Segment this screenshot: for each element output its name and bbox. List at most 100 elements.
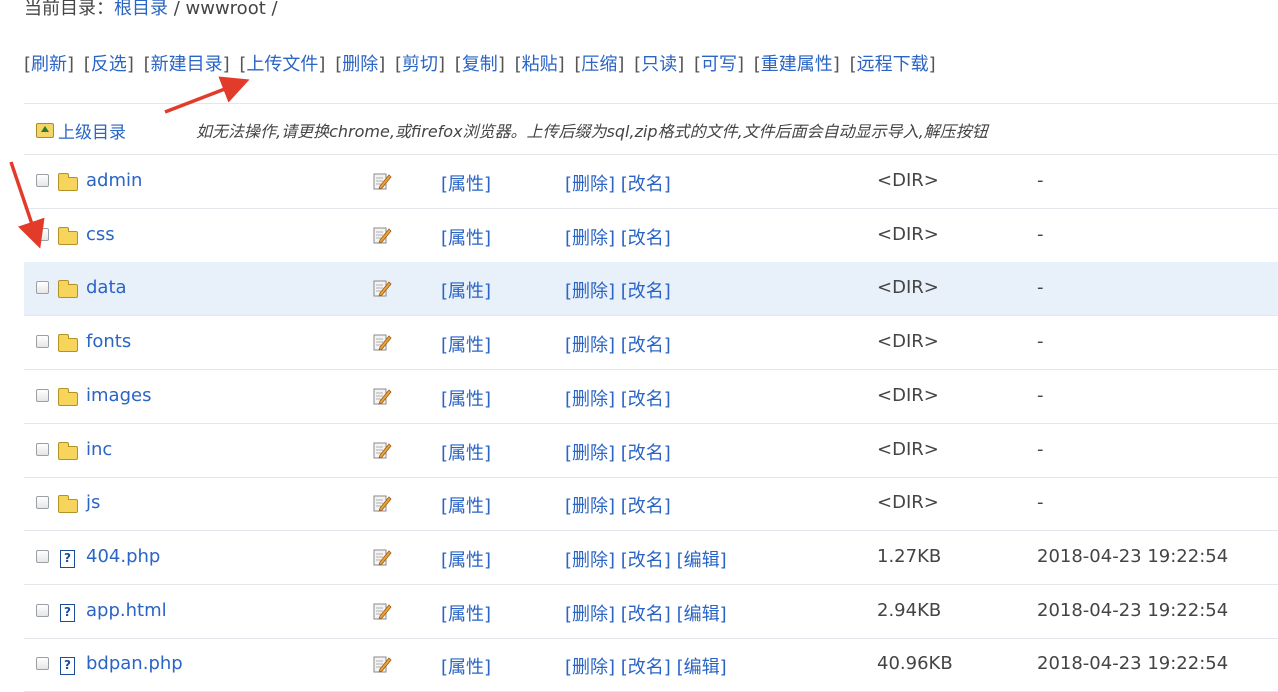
row-checkbox[interactable] xyxy=(36,657,49,671)
attributes-link[interactable]: [属性] xyxy=(441,492,491,518)
delete-link[interactable]: [删除] xyxy=(565,443,615,464)
edit-link[interactable]: [编辑] xyxy=(677,604,727,625)
attributes-link[interactable]: [属性] xyxy=(441,385,491,411)
toolbar-copy-button[interactable]: [复制] xyxy=(455,54,505,75)
delete-link[interactable]: [删除] xyxy=(565,657,615,678)
attributes-link[interactable]: [属性] xyxy=(441,653,491,679)
file-name-link[interactable]: app.html xyxy=(86,600,167,621)
toolbar-new-folder-button[interactable]: [新建目录] xyxy=(144,54,230,75)
toolbar-readonly-button[interactable]: [只读] xyxy=(634,54,684,75)
toolbar-paste-button[interactable]: [粘贴] xyxy=(515,54,565,75)
toolbar-refresh-button[interactable]: [刷新] xyxy=(24,54,74,75)
attributes-link[interactable]: [属性] xyxy=(441,331,491,357)
delete-link[interactable]: [删除] xyxy=(565,550,615,571)
file-size: <DIR> xyxy=(877,331,939,353)
pencil-edit-icon[interactable] xyxy=(372,171,392,191)
row-checkbox[interactable] xyxy=(36,335,49,349)
file-row[interactable]: ? bdpan.php [属性] [删除] [改名] [编辑] 40.96KB 2018-… xyxy=(24,638,1278,692)
pencil-edit-icon[interactable] xyxy=(372,440,392,460)
toolbar-cut-button[interactable]: [剪切] xyxy=(395,54,445,75)
attributes-link[interactable]: [属性] xyxy=(441,170,491,196)
file-name-link[interactable]: images xyxy=(86,385,151,406)
folder-icon xyxy=(57,334,78,353)
toolbar-delete-button[interactable]: [删除] xyxy=(335,54,385,75)
attributes-link[interactable]: [属性] xyxy=(441,600,491,626)
folder-icon xyxy=(57,495,78,514)
pencil-edit-icon[interactable] xyxy=(372,278,392,298)
rename-link[interactable]: [改名] xyxy=(621,389,671,410)
delete-link[interactable]: [删除] xyxy=(565,281,615,302)
rename-link[interactable]: [改名] xyxy=(621,496,671,517)
file-row[interactable]: inc [属性] [删除] [改名] <DIR> - xyxy=(24,424,1278,478)
attributes-link[interactable]: [属性] xyxy=(441,546,491,572)
browser-notice: 如无法操作,请更换chrome,或firefox浏览器。上传后缀为sql,zip… xyxy=(196,122,988,141)
rename-link[interactable]: [改名] xyxy=(621,657,671,678)
delete-link[interactable]: [删除] xyxy=(565,496,615,517)
pencil-edit-icon[interactable] xyxy=(372,654,392,674)
pencil-edit-icon[interactable] xyxy=(372,386,392,406)
pencil-edit-icon[interactable] xyxy=(372,332,392,352)
attributes-link[interactable]: [属性] xyxy=(441,277,491,303)
toolbar-invert-selection-button[interactable]: [反选] xyxy=(84,54,134,75)
file-size: <DIR> xyxy=(877,492,939,514)
file-size: <DIR> xyxy=(877,170,939,191)
file-row[interactable]: images [属性] [删除] [改名] <DIR> - xyxy=(24,370,1278,424)
file-name-link[interactable]: css xyxy=(86,224,115,245)
file-name-link[interactable]: inc xyxy=(86,439,112,460)
file-size: 2.94KB xyxy=(877,599,942,621)
pencil-edit-icon[interactable] xyxy=(372,493,392,513)
delete-link[interactable]: [删除] xyxy=(565,335,615,356)
rename-link[interactable]: [改名] xyxy=(621,281,671,302)
row-actions: [删除] [改名] xyxy=(565,439,671,465)
delete-link[interactable]: [删除] xyxy=(565,604,615,625)
breadcrumb-root-link[interactable]: 根目录 xyxy=(114,0,168,19)
file-row[interactable]: data [属性] [删除] [改名] <DIR> - xyxy=(24,262,1278,317)
toolbar-rebuild-attributes-button[interactable]: [重建属性] xyxy=(754,54,840,75)
rename-link[interactable]: [改名] xyxy=(621,604,671,625)
rename-link[interactable]: [改名] xyxy=(621,335,671,356)
pencil-edit-icon[interactable] xyxy=(372,547,392,567)
pencil-edit-icon[interactable] xyxy=(372,225,392,245)
row-checkbox[interactable] xyxy=(36,174,49,187)
edit-link[interactable]: [编辑] xyxy=(677,657,727,678)
attributes-link[interactable]: [属性] xyxy=(441,224,491,250)
file-row[interactable]: js [属性] [删除] [改名] <DIR> - xyxy=(24,477,1278,532)
breadcrumb: 当前目录：根目录 / wwwroot / xyxy=(24,0,278,20)
row-checkbox[interactable] xyxy=(36,388,49,402)
toolbar-compress-button[interactable]: [压缩] xyxy=(574,54,624,75)
file-name-link[interactable]: bdpan.php xyxy=(86,653,183,674)
file-name-link[interactable]: admin xyxy=(86,170,142,191)
row-checkbox[interactable] xyxy=(36,227,49,241)
modified-time: - xyxy=(1037,223,1044,245)
row-checkbox[interactable] xyxy=(36,603,49,617)
modified-time: - xyxy=(1037,170,1044,191)
edit-link[interactable]: [编辑] xyxy=(677,550,727,571)
row-checkbox[interactable] xyxy=(36,549,49,563)
file-row[interactable]: admin [属性] [删除] [改名] <DIR> - xyxy=(24,155,1278,209)
rename-link[interactable]: [改名] xyxy=(621,443,671,464)
toolbar-remote-download-button[interactable]: [远程下载] xyxy=(850,54,936,75)
delete-link[interactable]: [删除] xyxy=(565,389,615,410)
delete-link[interactable]: [删除] xyxy=(565,228,615,249)
parent-directory-link[interactable]: 上级目录 xyxy=(36,118,126,143)
delete-link[interactable]: [删除] xyxy=(565,174,615,195)
toolbar-upload-file-button[interactable]: [上传文件] xyxy=(239,54,325,75)
file-row[interactable]: css [属性] [删除] [改名] <DIR> - xyxy=(24,209,1278,263)
rename-link[interactable]: [改名] xyxy=(621,174,671,195)
row-actions: [删除] [改名] xyxy=(565,277,671,303)
row-checkbox[interactable] xyxy=(36,496,49,510)
rename-link[interactable]: [改名] xyxy=(621,228,671,249)
file-row[interactable]: fonts [属性] [删除] [改名] <DIR> - xyxy=(24,316,1278,371)
file-name-link[interactable]: js xyxy=(86,492,100,513)
file-name-link[interactable]: 404.php xyxy=(86,546,160,567)
file-row[interactable]: ? app.html [属性] [删除] [改名] [编辑] 2.94KB 2018-04… xyxy=(24,585,1278,639)
toolbar-writable-button[interactable]: [可写] xyxy=(694,54,744,75)
file-name-link[interactable]: fonts xyxy=(86,331,131,352)
row-checkbox[interactable] xyxy=(36,281,49,295)
pencil-edit-icon[interactable] xyxy=(372,601,392,621)
attributes-link[interactable]: [属性] xyxy=(441,439,491,465)
row-checkbox[interactable] xyxy=(36,442,49,456)
file-name-link[interactable]: data xyxy=(86,277,127,298)
rename-link[interactable]: [改名] xyxy=(621,550,671,571)
file-row[interactable]: ? 404.php [属性] [删除] [改名] [编辑] 1.27KB 2018-04-… xyxy=(24,531,1278,585)
